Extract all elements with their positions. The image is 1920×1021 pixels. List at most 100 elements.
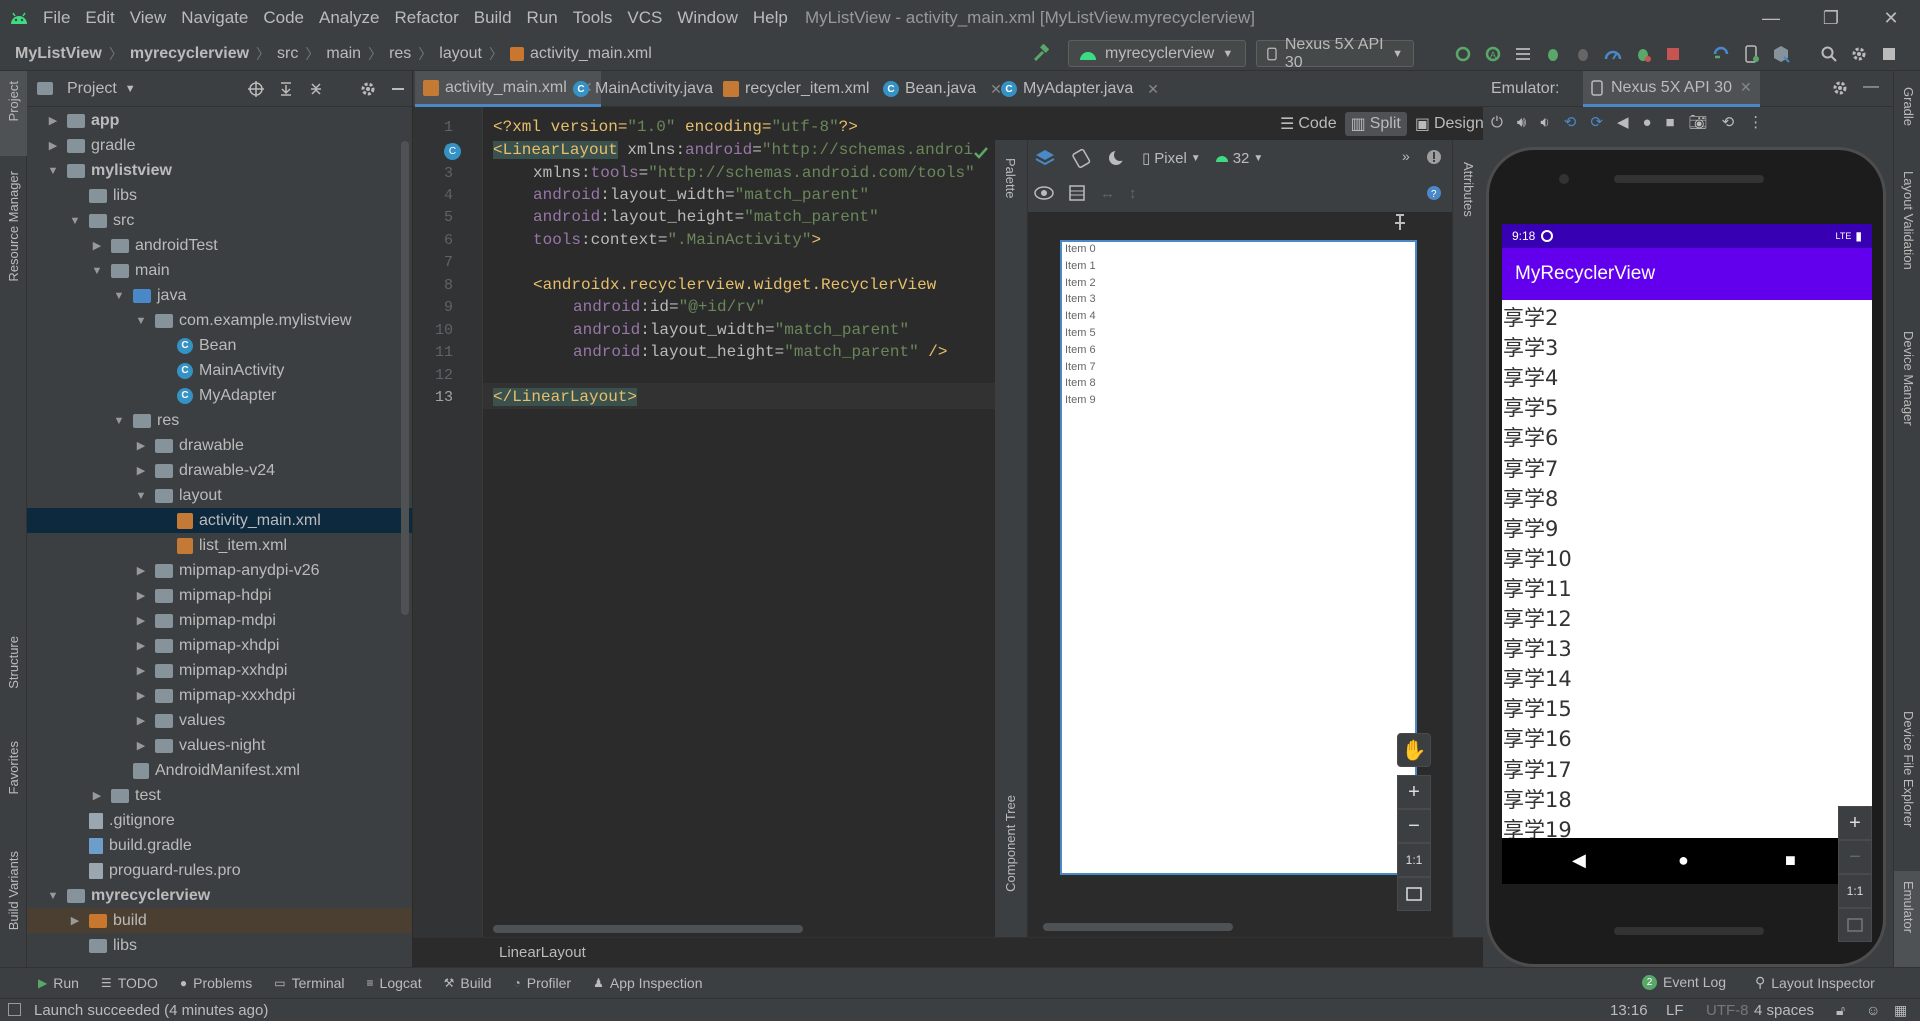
preview-list-item[interactable]: Item 9 [1065, 394, 1096, 406]
menu-tools[interactable]: Tools [573, 8, 613, 28]
home-icon[interactable]: ● [1642, 114, 1651, 131]
tree-item[interactable]: ▶ values [27, 708, 412, 733]
rotate-left-icon[interactable]: ⟲ [1564, 113, 1577, 131]
tree-toggle-icon[interactable]: ▶ [135, 589, 147, 602]
close-window-button[interactable]: ✕ [1863, 0, 1919, 36]
expand-all-icon[interactable] [277, 80, 295, 98]
breadcrumb-item[interactable]: MyListView [15, 45, 102, 63]
layout-validation-tool-tab[interactable]: Layout Validation [1901, 171, 1916, 270]
caret-position[interactable]: 13:16 [1610, 1002, 1648, 1019]
eye-icon[interactable] [1034, 186, 1054, 200]
tree-item[interactable]: ▶ mipmap-anydpi-v26 [27, 558, 412, 583]
list-item[interactable]: 享学17 [1503, 754, 1572, 784]
menu-help[interactable]: Help [753, 8, 788, 28]
hammer-build-icon[interactable] [1031, 42, 1053, 64]
layout-inspector-button[interactable]: ⚲ Layout Inspector [1755, 974, 1875, 991]
tool-window-app-inspection[interactable]: ♟ App Inspection [593, 975, 702, 991]
attributes-tab[interactable]: Attributes [1461, 162, 1476, 217]
list-item[interactable]: 享学7 [1503, 453, 1558, 483]
menu-code[interactable]: Code [263, 8, 304, 28]
project-scrollbar[interactable] [401, 141, 409, 615]
list-item[interactable]: 享学11 [1503, 573, 1572, 603]
breadcrumb-item[interactable]: main [326, 45, 361, 63]
menu-analyze[interactable]: Analyze [319, 8, 379, 28]
menu-view[interactable]: View [130, 8, 167, 28]
preview-list-item[interactable]: Item 3 [1065, 293, 1096, 305]
pin-icon[interactable] [1393, 213, 1407, 231]
code-editor[interactable]: 12345678910111213 C <?xml version="1.0" … [413, 107, 995, 937]
list-item[interactable]: 享学9 [1503, 513, 1558, 543]
design-hscrollbar[interactable] [1043, 923, 1233, 931]
tree-toggle-icon[interactable]: ▼ [69, 215, 81, 227]
status-message[interactable]: Launch succeeded (4 minutes ago) [34, 1002, 268, 1019]
blueprint-icon[interactable] [1068, 184, 1086, 202]
project-view-selector[interactable]: Project [67, 80, 117, 98]
tool-window-run[interactable]: ▶ Run [38, 975, 79, 991]
tree-toggle-icon[interactable]: ▼ [135, 315, 147, 327]
tree-toggle-icon[interactable]: ▶ [69, 914, 81, 927]
zoom-out-icon[interactable]: − [1838, 840, 1872, 874]
help-icon[interactable]: ? [1426, 185, 1442, 201]
rotate-right-icon[interactable]: ⟳ [1590, 113, 1603, 131]
list-item[interactable]: 享学5 [1503, 392, 1558, 422]
sdk-manager-icon[interactable] [1770, 43, 1792, 65]
warning-icon[interactable] [1426, 149, 1442, 165]
preview-list-item[interactable]: Item 6 [1065, 344, 1096, 356]
menu-run[interactable]: Run [527, 8, 558, 28]
device-manager-icon[interactable] [1740, 43, 1762, 65]
layers-icon[interactable] [1034, 148, 1056, 168]
zoom-in-icon[interactable]: + [1838, 806, 1872, 840]
tree-item[interactable]: AndroidManifest.xml [27, 758, 412, 783]
tree-item[interactable]: ▶ test [27, 783, 412, 808]
indent-setting[interactable]: 4 spaces [1754, 1002, 1814, 1019]
night-mode-icon[interactable] [1106, 148, 1128, 168]
tree-item[interactable]: .gitignore [27, 808, 412, 833]
tree-item[interactable]: C MyAdapter [27, 383, 412, 408]
tool-window-build[interactable]: ⚒ Build [444, 975, 492, 991]
search-icon[interactable] [1818, 43, 1840, 65]
tree-item[interactable]: ▼ layout [27, 483, 412, 508]
tree-item[interactable]: proguard-rules.pro [27, 858, 412, 883]
tree-item[interactable]: ▶ mipmap-xhdpi [27, 633, 412, 658]
project-tool-tab[interactable]: Project [6, 81, 21, 121]
list-item[interactable]: 享学6 [1503, 422, 1558, 452]
list-item[interactable]: 享学15 [1503, 693, 1572, 723]
tree-toggle-icon[interactable]: ▶ [135, 664, 147, 677]
tree-item[interactable]: C Bean [27, 333, 412, 358]
device-file-explorer-tool-tab[interactable]: Device File Explorer [1901, 711, 1916, 827]
list-item[interactable]: 享学3 [1503, 332, 1558, 362]
build-variants-tool-tab[interactable]: Build Variants [6, 851, 21, 930]
editor-tab[interactable]: C Bean.java ✕ [875, 71, 1010, 107]
inspector-icon[interactable]: ☺ [1866, 1002, 1880, 1018]
tree-toggle-icon[interactable]: ▶ [135, 614, 147, 627]
tool-window-logcat[interactable]: ≡ Logcat [367, 975, 422, 991]
locate-file-icon[interactable] [247, 80, 265, 98]
api-selector[interactable]: 32 ▼ [1215, 150, 1263, 167]
list-item[interactable]: 享学4 [1503, 362, 1558, 392]
tree-item[interactable]: ▶ build [27, 908, 412, 933]
tree-toggle-icon[interactable]: ▼ [113, 290, 125, 302]
list-item[interactable]: 享学19 [1503, 814, 1572, 838]
debug-icon[interactable] [1542, 43, 1564, 65]
tree-toggle-icon[interactable]: ▶ [91, 789, 103, 802]
tree-item[interactable]: ▼ main [27, 258, 412, 283]
tree-item[interactable]: ▶ values-night [27, 733, 412, 758]
nav-back-icon[interactable]: ◀ [1572, 850, 1586, 871]
structure-tool-tab[interactable]: Structure [6, 636, 21, 689]
preview-list-item[interactable]: Item 2 [1065, 277, 1096, 289]
editor-tab[interactable]: C MyAdapter.java ✕ [993, 71, 1167, 107]
more-chevron-icon[interactable]: » [1402, 148, 1410, 164]
chevron-down-icon[interactable]: ▼ [125, 83, 136, 95]
snapshot-icon[interactable]: ⟲ [1722, 113, 1735, 131]
tree-item[interactable]: C MainActivity [27, 358, 412, 383]
tree-toggle-icon[interactable]: ▶ [91, 239, 103, 252]
nav-recents-icon[interactable]: ■ [1785, 850, 1796, 871]
zoom-in-icon[interactable]: + [1397, 775, 1431, 809]
editor-hscrollbar[interactable] [493, 925, 803, 933]
nav-home-icon[interactable]: ● [1678, 850, 1689, 871]
tree-toggle-icon[interactable]: ▼ [135, 490, 147, 502]
preview-list-item[interactable]: Item 1 [1065, 260, 1096, 272]
gradle-tool-tab[interactable]: Gradle [1901, 87, 1916, 126]
profile-icon[interactable] [1602, 43, 1624, 65]
tree-item[interactable]: ▶ drawable-v24 [27, 458, 412, 483]
